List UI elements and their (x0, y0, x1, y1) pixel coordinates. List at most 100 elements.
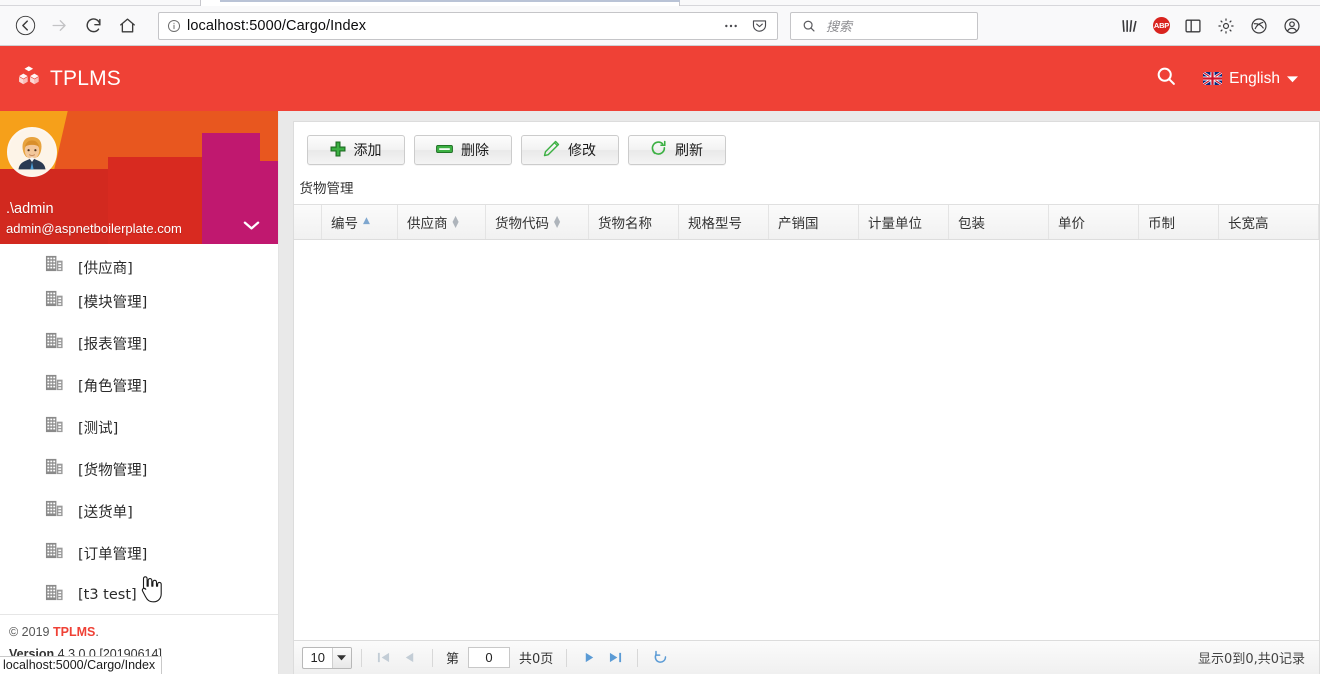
page-body: .\admin admin@aspnetboilerplate.com [供应商… (0, 111, 1320, 674)
sidebar-item-6[interactable]: [送货单] (0, 490, 278, 532)
page-size-select[interactable]: 10 (301, 646, 352, 669)
sidebar-item-3[interactable]: [角色管理] (0, 364, 278, 406)
column-label: 货物代码 (495, 215, 549, 232)
column-select-all[interactable] (293, 205, 322, 240)
column-label: 货物名称 (598, 215, 652, 232)
column-label: 单价 (1058, 215, 1085, 232)
sync-icon[interactable] (1249, 16, 1269, 36)
browser-search-placeholder: 搜索 (826, 19, 853, 34)
profile-shape-6 (260, 111, 278, 161)
tab-highlight (220, 0, 680, 2)
pager-divider (431, 648, 433, 667)
column-header-cargo-name[interactable]: 货物名称 (588, 205, 679, 240)
settings-gear-icon[interactable] (1216, 16, 1236, 36)
copyright-brand[interactable]: TPLMS (53, 625, 95, 639)
sidebar-item-5[interactable]: [货物管理] (0, 448, 278, 490)
pagination-bar: 10 第 0 共0页 显示0到0,共0记录 (293, 640, 1319, 674)
pager-divider (637, 648, 639, 667)
building-grid-icon (45, 373, 64, 397)
sidebar-item-label: [订单管理] (78, 546, 148, 563)
profile-banner[interactable]: .\admin admin@aspnetboilerplate.com (0, 111, 278, 244)
back-arrow-icon[interactable] (8, 11, 42, 41)
column-header-spec-model[interactable]: 规格型号 (678, 205, 769, 240)
adblock-plus-icon[interactable]: ABP (1153, 17, 1170, 34)
cubes-icon (17, 65, 41, 92)
forward-arrow-icon (42, 11, 76, 41)
browser-search-bar[interactable]: 搜索 (790, 11, 978, 40)
profile-chevron-down-icon[interactable] (243, 218, 260, 236)
language-label: English (1229, 69, 1280, 87)
url-text: localhost:5000/Cargo/Index (187, 17, 367, 34)
browser-tabstrip[interactable] (0, 0, 1320, 6)
brand[interactable]: TPLMS (0, 65, 121, 92)
building-grid-icon (45, 331, 64, 355)
column-header-cargo-code[interactable]: 货物代码 ▲ ▼ (485, 205, 589, 240)
library-icon[interactable] (1120, 16, 1140, 36)
last-page-icon[interactable] (602, 646, 628, 670)
pencil-icon (543, 140, 560, 160)
column-label: 计量单位 (868, 215, 922, 232)
column-label: 币制 (1148, 215, 1175, 232)
sidebar-item-label: [送货单] (78, 504, 133, 521)
page-actions-ellipsis-icon[interactable] (721, 16, 741, 36)
plus-icon (330, 141, 346, 160)
sidebar-item-2[interactable]: [报表管理] (0, 322, 278, 364)
add-button-label: 添加 (353, 142, 382, 158)
sidebar-item-1[interactable]: [模块管理] (0, 280, 278, 322)
grid-toolbar: 添加 删除 修改 刷新 (293, 122, 1319, 175)
pager-divider (566, 648, 568, 667)
page-info-icon[interactable] (165, 17, 183, 35)
column-header-unit[interactable]: 计量单位 (858, 205, 949, 240)
language-selector[interactable]: English (1203, 70, 1298, 88)
sidebar-item-label: [货物管理] (78, 462, 148, 479)
minus-box-icon (436, 142, 453, 158)
sidebar-item-label: [报表管理] (78, 336, 148, 353)
edit-button[interactable]: 修改 (520, 135, 619, 165)
copyright-prefix: © 2019 (9, 625, 53, 639)
page-prefix-label: 第 (445, 652, 459, 667)
column-label: 包装 (958, 215, 985, 232)
search-icon (799, 16, 819, 36)
first-page-icon[interactable] (371, 646, 397, 670)
prev-page-icon[interactable] (397, 646, 423, 670)
pager-divider (360, 648, 362, 667)
refresh-icon (650, 140, 667, 160)
building-grid-icon (45, 583, 64, 607)
page-number-input[interactable]: 0 (467, 647, 510, 668)
sidebar-item-8[interactable]: [t3 test] (0, 574, 278, 614)
column-header-origin-country[interactable]: 产销国 (768, 205, 859, 240)
column-label: 供应商 (407, 215, 448, 232)
column-header-unit-price[interactable]: 单价 (1048, 205, 1139, 240)
sidebar-item-label: [供应商] (78, 261, 133, 277)
home-icon[interactable] (110, 11, 144, 41)
sidebar-item-4[interactable]: [测试] (0, 406, 278, 448)
column-header-supplier[interactable]: 供应商 ▲ ▼ (397, 205, 486, 240)
browser-toolbar-icons: ABP (1120, 16, 1312, 36)
column-label: 产销国 (778, 215, 819, 232)
column-header-id[interactable]: 编号 ▲ (321, 205, 398, 240)
column-header-dimensions[interactable]: 长宽高 (1218, 205, 1319, 240)
reload-icon[interactable] (76, 11, 110, 41)
sidebar-icon[interactable] (1183, 16, 1203, 36)
account-icon[interactable] (1282, 16, 1302, 36)
add-button[interactable]: 添加 (306, 135, 405, 165)
sidebar-item-7[interactable]: [订单管理] (0, 532, 278, 574)
column-header-packaging[interactable]: 包装 (948, 205, 1049, 240)
app-header: TPLMS English (0, 46, 1320, 111)
refresh-button[interactable]: 刷新 (627, 135, 726, 165)
column-header-currency[interactable]: 币制 (1138, 205, 1219, 240)
pager-refresh-icon[interactable] (647, 646, 673, 670)
table-body-empty (293, 239, 1319, 640)
sidebar-item-label: [角色管理] (78, 378, 148, 395)
delete-button[interactable]: 删除 (413, 135, 512, 165)
sidebar-item-0[interactable]: [供应商] (0, 246, 278, 280)
header-search-icon[interactable] (1155, 65, 1177, 92)
address-bar[interactable]: localhost:5000/Cargo/Index (158, 11, 778, 40)
edit-button-label: 修改 (568, 142, 596, 158)
sidebar-menu: [供应商] [模块管理] [报表管理] [角色管理] [测试] [货物管理] [… (0, 244, 278, 614)
building-grid-icon (45, 541, 64, 565)
pocket-save-icon[interactable] (749, 16, 769, 36)
copyright: © 2019 TPLMS. (9, 625, 278, 639)
next-page-icon[interactable] (576, 646, 602, 670)
grid-title: 货物管理 (293, 175, 1319, 205)
